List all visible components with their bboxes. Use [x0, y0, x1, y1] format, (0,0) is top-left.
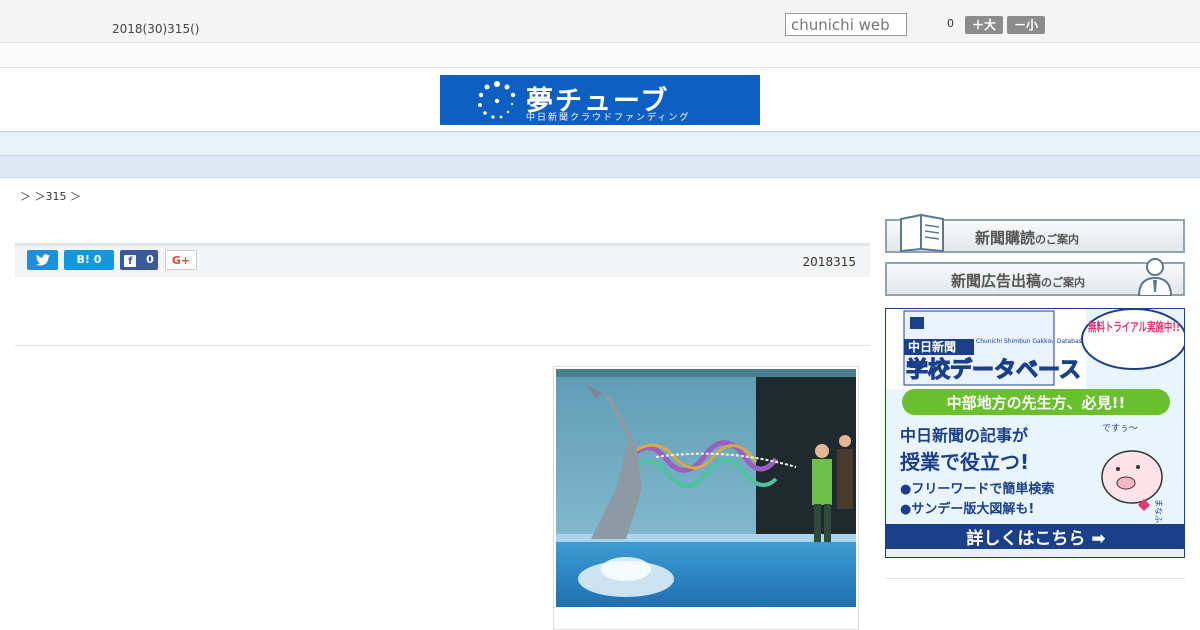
facebook-icon: f	[124, 255, 137, 267]
advertising-main-text: 新聞広告出稿	[951, 272, 1042, 290]
main-navigation	[0, 131, 1200, 156]
logo-dots-icon	[478, 81, 516, 119]
ad-headline-1: 中日新聞の記事が	[900, 426, 1028, 445]
sub-navigation	[0, 156, 1200, 178]
dolphin-show-photo[interactable]	[556, 369, 856, 607]
breadcrumb[interactable]: ＞ ＞315 ＞	[20, 188, 81, 204]
hatena-label: B! 0	[76, 253, 102, 266]
share-bar: B! 0 f 0 G+ 2018315	[15, 243, 870, 277]
current-date: 2018(30)315()	[112, 22, 200, 36]
site-logo[interactable]: 夢チューブ 中日新聞クラウドファンディング	[440, 75, 760, 125]
twitter-bird-icon	[35, 254, 50, 266]
twitter-share-button[interactable]	[27, 250, 58, 270]
font-size-counter: 0	[947, 17, 954, 30]
subscription-sub-text: のご案内	[1035, 233, 1080, 246]
ad-tagline: Chunichi Shimbun Gakkou Database	[976, 338, 1086, 345]
sidebar-divider	[885, 578, 1185, 579]
ad-banner: 中部地方の先生方、必見!!	[947, 394, 1126, 412]
advertising-info-button[interactable]: 新聞広告出稿のご案内	[885, 258, 1185, 296]
search-input[interactable]	[785, 13, 907, 36]
ad-title: 学校データベース	[906, 357, 1081, 383]
advertising-sub-text: のご案内	[1041, 276, 1086, 289]
subscription-info-button[interactable]: 新聞購読のご案内	[885, 213, 1185, 253]
mascot-speech: ですぅ〜	[1102, 423, 1138, 434]
ad-artwork: 中日新聞 Chunichi Shimbun Gakkou Database 学校…	[886, 309, 1184, 557]
school-database-ad[interactable]: 中日新聞 Chunichi Shimbun Gakkou Database 学校…	[885, 308, 1185, 558]
ad-bullet-2: ●サンデー版大図解も!	[900, 501, 1034, 517]
ad-cta[interactable]: 詳しくはこちら ➡	[966, 528, 1105, 549]
content-divider	[15, 345, 870, 346]
font-larger-button[interactable]: ＋大	[965, 16, 1003, 34]
businessman-icon	[1137, 258, 1173, 296]
advertising-label: 新聞広告出稿のご案内	[951, 270, 1085, 291]
ad-headline-2: 授業で役立つ!	[900, 450, 1029, 474]
subscription-label: 新聞購読のご案内	[975, 227, 1079, 248]
pig-mascot-icon	[1101, 450, 1163, 504]
facebook-share-button[interactable]: f 0	[120, 250, 158, 270]
ad-bullet-1: ●フリーワードで簡単検索	[900, 481, 1054, 497]
font-smaller-button[interactable]: －小	[1007, 16, 1045, 34]
article-photo-frame	[553, 366, 859, 630]
top-utility-bar: 2018(30)315() 0 ＋大 －小	[0, 0, 1200, 43]
published-date: 2018315	[802, 255, 856, 269]
logo-subtitle: 中日新聞クラウドファンディング	[526, 113, 691, 123]
google-plus-button[interactable]: G+	[165, 250, 197, 270]
facebook-count: 0	[146, 253, 154, 266]
ad-brand: 中日新聞	[908, 339, 956, 354]
hatena-bookmark-button[interactable]: B! 0	[64, 250, 114, 270]
open-newspaper-icon	[900, 213, 944, 253]
google-plus-icon: G+	[171, 254, 191, 267]
secondary-bar	[0, 44, 1200, 68]
subscription-main-text: 新聞購読	[975, 229, 1036, 247]
ad-trial: 無料トライアル実施中!!	[1088, 319, 1180, 334]
